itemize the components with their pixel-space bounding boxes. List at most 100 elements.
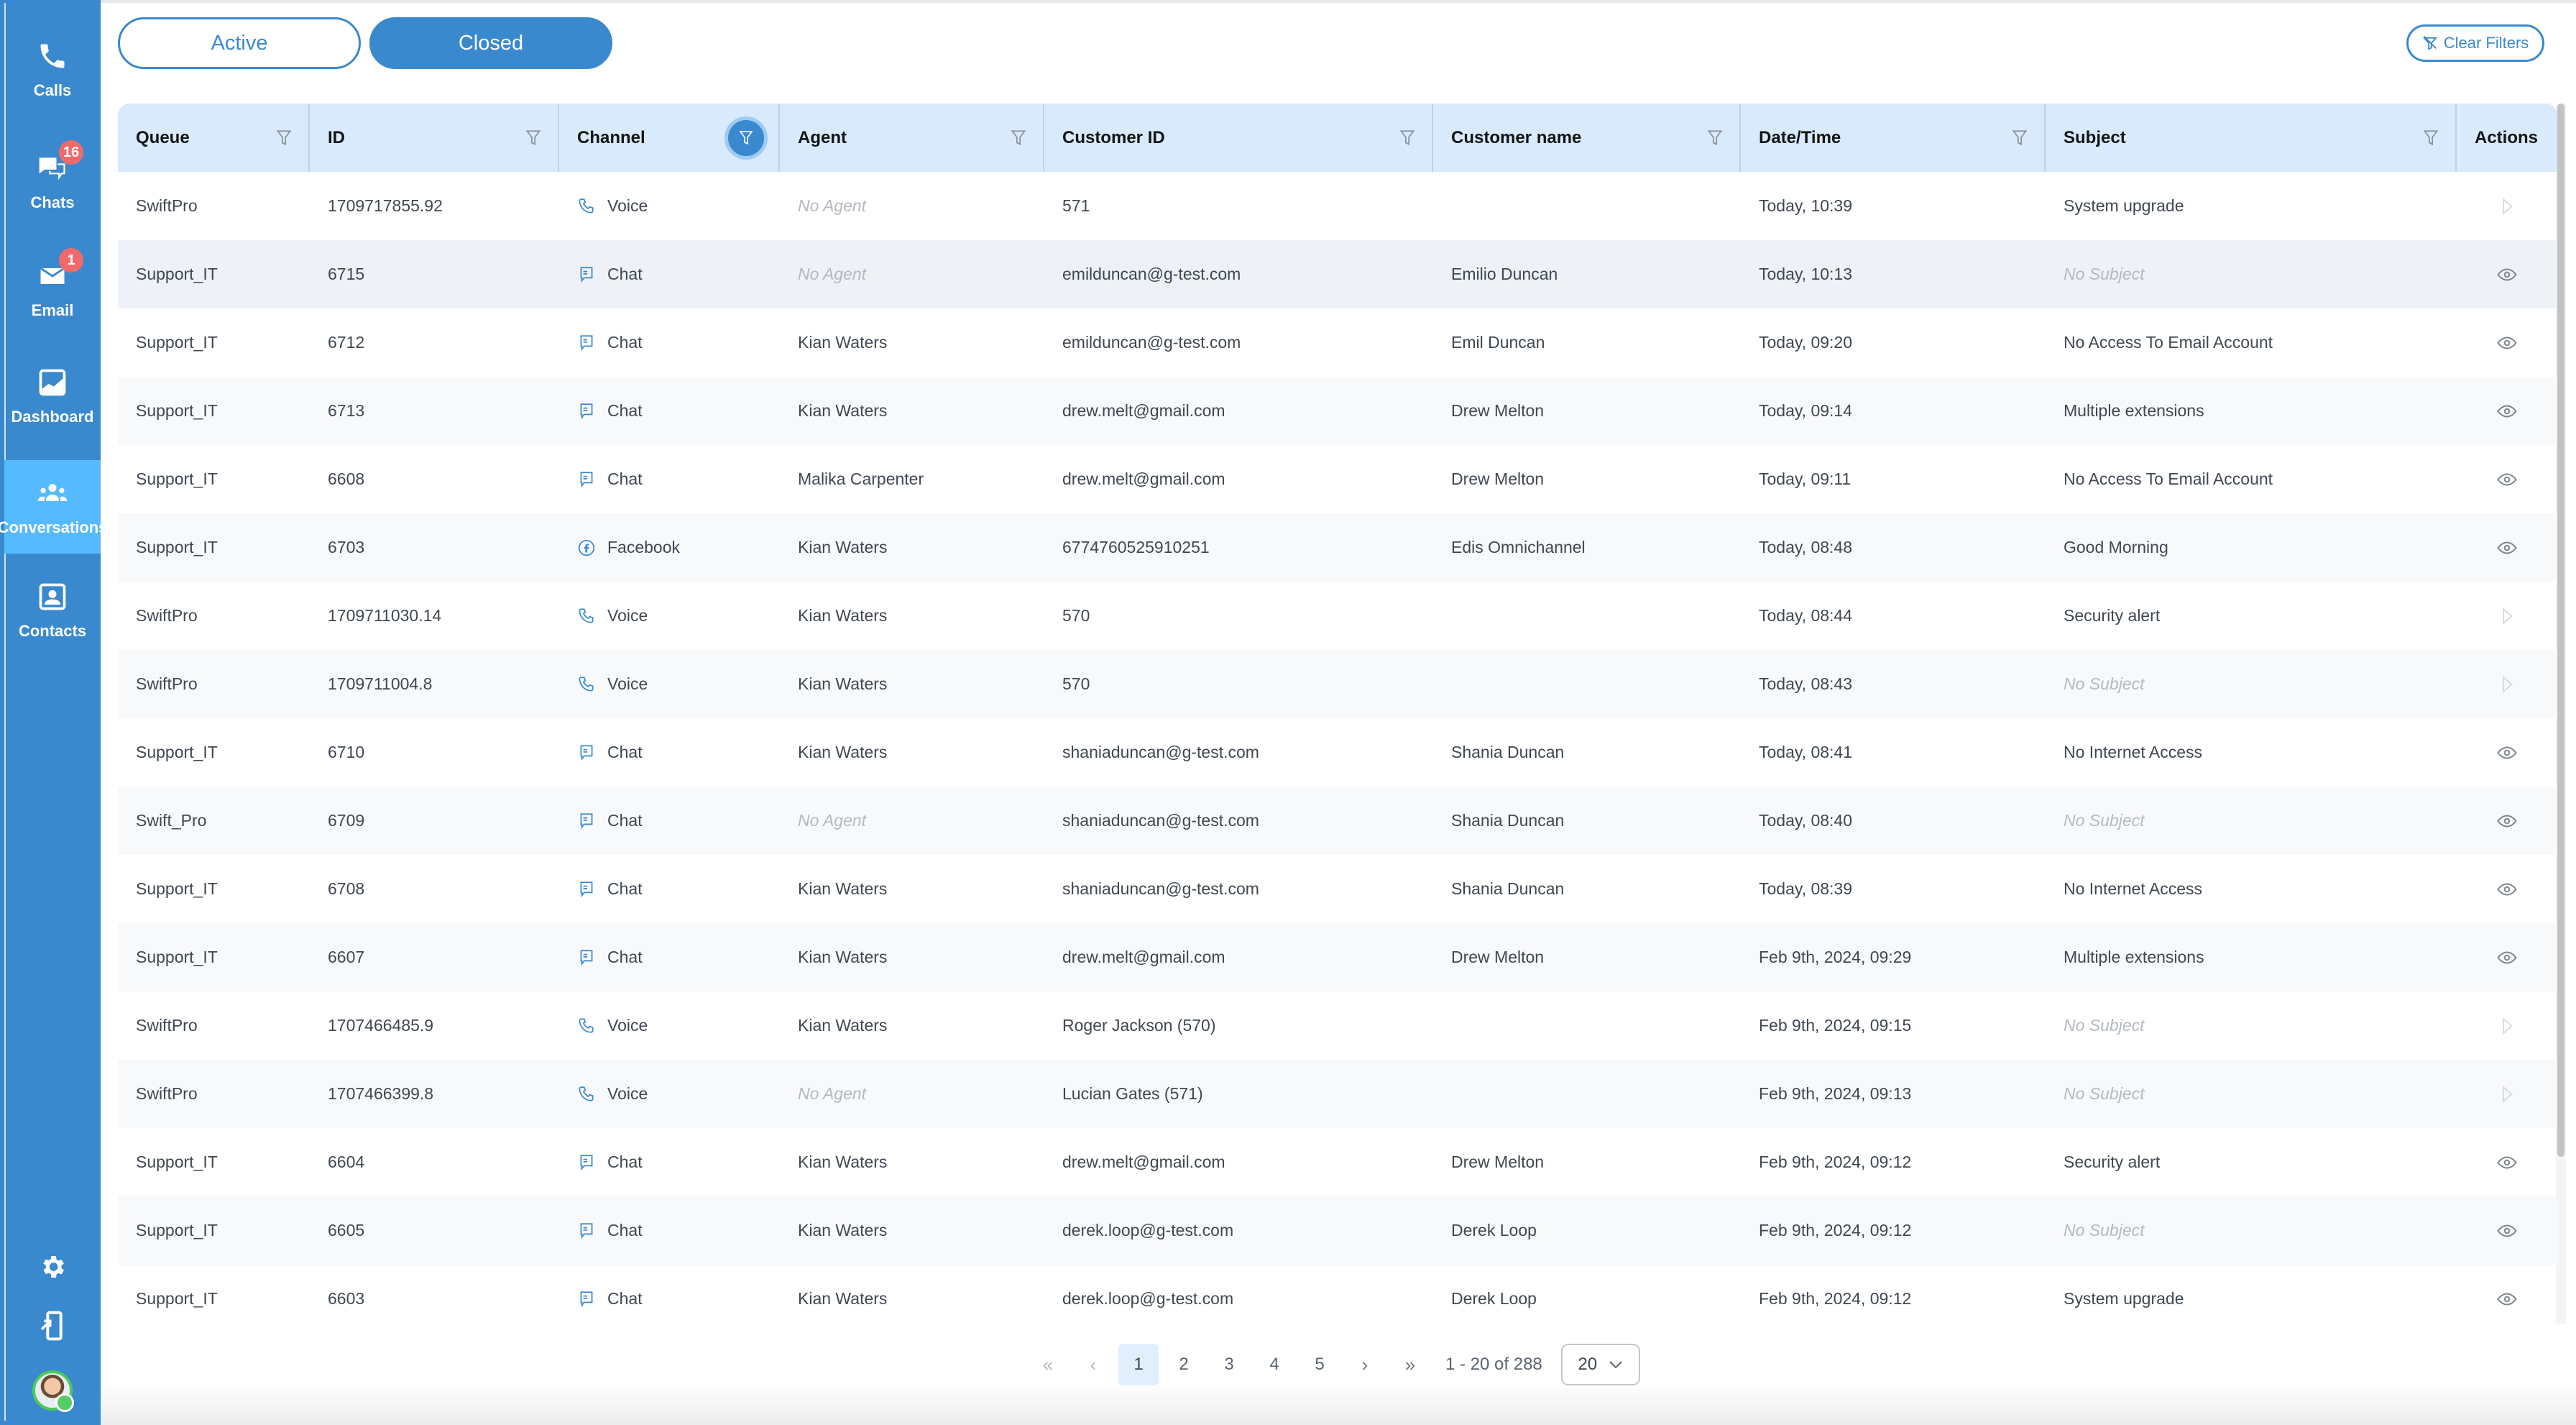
table-row[interactable]: Support_IT 6607 Chat Kian Waters drew.melt@g… xyxy=(118,923,2557,991)
view-conversation-button[interactable] xyxy=(2457,445,2557,513)
page-button-3[interactable]: 3 xyxy=(1209,1344,1249,1385)
cell-subject: No Subject xyxy=(2064,1084,2145,1103)
view-conversation-button[interactable] xyxy=(2457,718,2557,787)
chat-icon xyxy=(580,812,593,829)
sidebar-item-contacts[interactable]: Contacts xyxy=(4,558,101,663)
view-conversation-button[interactable] xyxy=(2457,308,2557,377)
funnel-icon xyxy=(1399,129,1415,145)
table-row[interactable]: Swift_Pro 6709 Chat No Agent shaniaduncan@g-… xyxy=(118,787,2557,855)
page-button-4[interactable]: 4 xyxy=(1254,1344,1294,1385)
table-row[interactable]: Support_IT 6708 Chat Kian Waters shaniadunca… xyxy=(118,855,2557,923)
cell-id: 6713 xyxy=(328,401,365,420)
view-conversation-button[interactable] xyxy=(2457,855,2557,923)
view-conversation-button[interactable] xyxy=(2457,377,2557,445)
cell-queue: SwiftPro xyxy=(136,606,198,625)
table-row[interactable]: Support_IT 6703 Facebook Kian Waters 6774760… xyxy=(118,513,2557,582)
table-row[interactable]: Support_IT 6603 Chat Kian Waters derek.loop@… xyxy=(118,1265,2557,1324)
cell-customer-id: 570 xyxy=(1062,606,1090,625)
cell-datetime: Today, 08:48 xyxy=(1759,538,1853,556)
channel-label: Voice xyxy=(607,196,648,215)
chat-icon xyxy=(580,403,593,419)
play-recording-button[interactable] xyxy=(2457,582,2557,650)
table-row[interactable]: Support_IT 6713 Chat Kian Waters drew.melt@g… xyxy=(118,377,2557,445)
last-page-button[interactable]: » xyxy=(1390,1344,1430,1385)
user-avatar-button[interactable] xyxy=(4,1370,101,1412)
column-header-agent[interactable]: Agent xyxy=(780,104,1044,172)
column-header-datetime[interactable]: Date/Time xyxy=(1741,104,2046,172)
table-row[interactable]: Support_IT 6712 Chat Kian Waters emilduncan@… xyxy=(118,308,2557,377)
play-recording-button[interactable] xyxy=(2457,1060,2557,1128)
table-row[interactable]: Support_IT 6605 Chat Kian Waters derek.loop@… xyxy=(118,1196,2557,1265)
page-button-1[interactable]: 1 xyxy=(1118,1344,1159,1385)
cell-customer-id: emilduncan@g-test.com xyxy=(1062,265,1241,283)
table-scrollbar[interactable] xyxy=(2557,104,2564,1157)
cell-customer-id: derek.loop@g-test.com xyxy=(1062,1221,1234,1240)
sidebar-item-dashboard[interactable]: Dashboard xyxy=(4,344,101,449)
column-header-subject[interactable]: Subject xyxy=(2046,104,2457,172)
play-recording-button[interactable] xyxy=(2457,650,2557,718)
settings-button[interactable] xyxy=(4,1252,101,1281)
filter-icon[interactable] xyxy=(1008,128,1029,148)
cell-id: 1707466485.9 xyxy=(328,1016,434,1035)
column-header-queue[interactable]: Queue xyxy=(118,104,310,172)
table-row[interactable]: Support_IT 6710 Chat Kian Waters shaniadunca… xyxy=(118,718,2557,787)
sidebar-item-chats[interactable]: 16 Chats xyxy=(4,129,101,234)
column-header-customer-id[interactable]: Customer ID xyxy=(1044,104,1433,172)
filter-icon[interactable] xyxy=(2421,128,2441,148)
column-header-actions: Actions xyxy=(2475,127,2539,147)
view-conversation-button[interactable] xyxy=(2457,923,2557,991)
play-recording-button[interactable] xyxy=(2457,172,2557,240)
view-conversation-button[interactable] xyxy=(2457,240,2557,308)
play-icon xyxy=(2503,197,2513,215)
next-page-button[interactable]: › xyxy=(1345,1344,1385,1385)
prev-page-button[interactable]: ‹ xyxy=(1073,1344,1113,1385)
table-header: Queue ID Channel Agent Customer ID Custo… xyxy=(118,104,2557,172)
cell-id: 6604 xyxy=(328,1153,365,1171)
first-page-button[interactable]: « xyxy=(1028,1344,1068,1385)
cell-agent: Kian Waters xyxy=(798,674,888,693)
column-header-id[interactable]: ID xyxy=(310,104,559,172)
page-button-5[interactable]: 5 xyxy=(1300,1344,1340,1385)
table-row[interactable]: SwiftPro 1707466399.8 Voice No Agent Lucian … xyxy=(118,1060,2557,1128)
cell-datetime: Today, 09:14 xyxy=(1759,401,1853,420)
logout-button[interactable] xyxy=(4,1310,101,1342)
table-row[interactable]: SwiftPro 1709717855.92 Voice No Agent 571 Tod… xyxy=(118,172,2557,240)
sidebar-item-label: Conversations xyxy=(0,518,108,536)
page-size-select[interactable]: 20 xyxy=(1560,1344,1640,1385)
sidebar-item-email[interactable]: 1 Email xyxy=(4,237,101,342)
channel-label: Chat xyxy=(607,743,643,761)
cell-subject: Security alert xyxy=(2064,606,2161,625)
filter-icon[interactable] xyxy=(523,128,543,148)
online-status-indicator xyxy=(55,1393,74,1412)
table-row[interactable]: Support_IT 6715 Chat No Agent emilduncan@g-t… xyxy=(118,240,2557,308)
cell-agent: Kian Waters xyxy=(798,333,888,352)
table-row[interactable]: SwiftPro 1707466485.9 Voice Kian Waters Roge… xyxy=(118,991,2557,1060)
tab-closed[interactable]: Closed xyxy=(369,17,612,69)
filter-active-icon[interactable] xyxy=(728,119,764,156)
cell-datetime: Feb 9th, 2024, 09:15 xyxy=(1759,1016,1912,1035)
filter-icon[interactable] xyxy=(274,128,294,148)
filter-icon[interactable] xyxy=(1705,128,1725,148)
filter-icon[interactable] xyxy=(1397,128,1417,148)
view-conversation-button[interactable] xyxy=(2457,513,2557,582)
filter-icon[interactable] xyxy=(2010,128,2030,148)
clear-filters-button[interactable]: Clear Filters xyxy=(2406,24,2544,62)
page-button-2[interactable]: 2 xyxy=(1164,1344,1204,1385)
column-header-customer-name[interactable]: Customer name xyxy=(1433,104,1741,172)
table-row[interactable]: Support_IT 6604 Chat Kian Waters drew.melt@g… xyxy=(118,1128,2557,1196)
tab-active[interactable]: Active xyxy=(118,17,361,69)
cell-queue: Swift_Pro xyxy=(136,811,207,830)
cell-datetime: Today, 08:43 xyxy=(1759,674,1853,693)
view-conversation-button[interactable] xyxy=(2457,1196,2557,1265)
sidebar-item-calls[interactable]: Calls xyxy=(4,17,101,122)
view-conversation-button[interactable] xyxy=(2457,1265,2557,1324)
table-row[interactable]: Support_IT 6608 Chat Malika Carpenter drew.m… xyxy=(118,445,2557,513)
cell-id: 6710 xyxy=(328,743,365,761)
table-row[interactable]: SwiftPro 1709711004.8 Voice Kian Waters 570 T… xyxy=(118,650,2557,718)
column-header-channel[interactable]: Channel xyxy=(559,104,780,172)
table-row[interactable]: SwiftPro 1709711030.14 Voice Kian Waters 570… xyxy=(118,582,2557,650)
play-recording-button[interactable] xyxy=(2457,991,2557,1060)
view-conversation-button[interactable] xyxy=(2457,1128,2557,1196)
view-conversation-button[interactable] xyxy=(2457,787,2557,855)
sidebar-item-conversations[interactable]: Conversations xyxy=(0,460,107,554)
